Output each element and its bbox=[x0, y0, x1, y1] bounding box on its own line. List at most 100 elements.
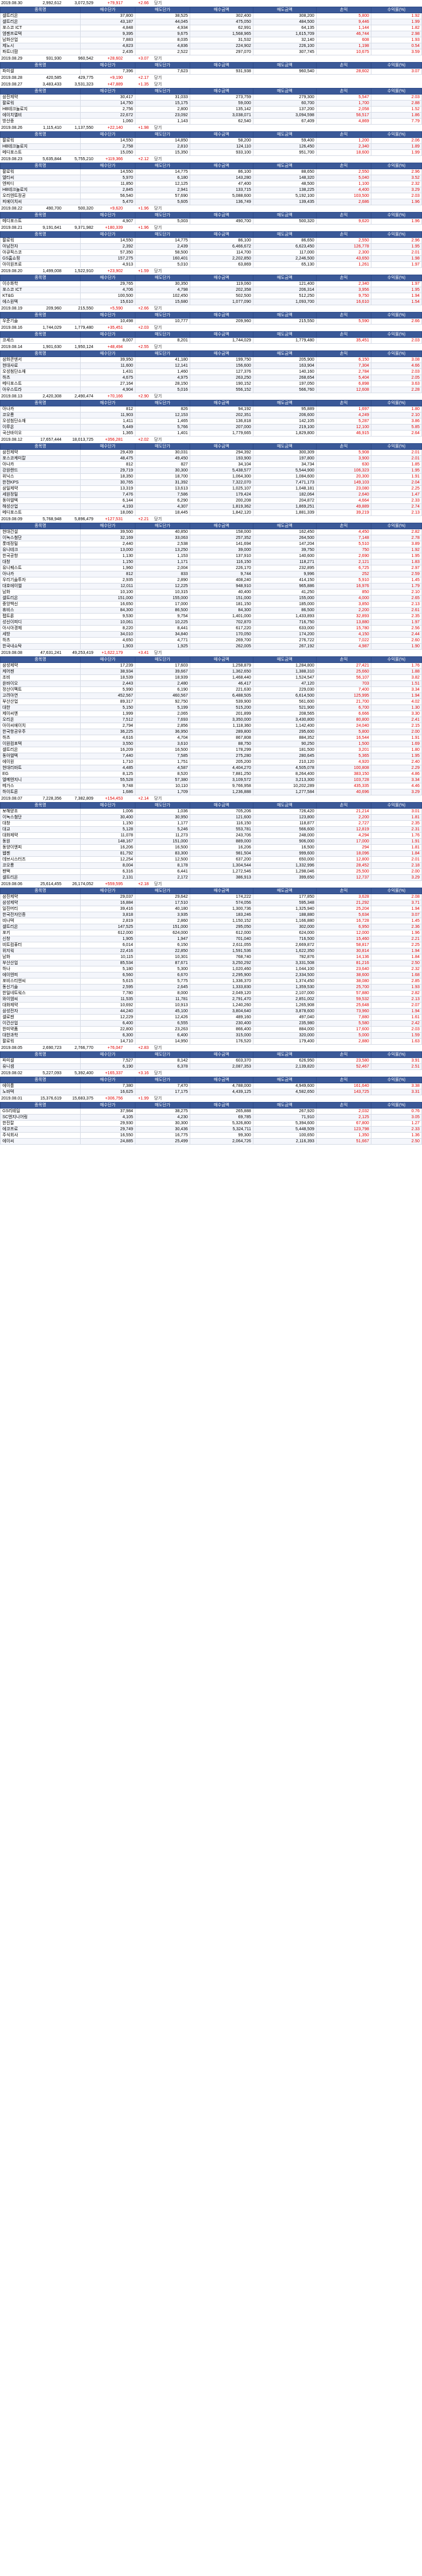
table-row[interactable]: 파미셀 7,527 8,142 603,370 626,950 23,580 3.91 bbox=[0, 1057, 422, 1064]
table-row[interactable]: 데브시스터즈 12,254 12,500 637,200 650,000 12,800 2.… bbox=[0, 856, 422, 863]
table-row[interactable]: 코오롱 8,004 8,178 1,304,544 1,332,996 28,452 2.1… bbox=[0, 862, 422, 869]
table-row[interactable]: 아큐픽스코 57,350 58,500 114,700 117,000 2,300 2.01 bbox=[0, 249, 422, 256]
table-row[interactable]: 셀트리온 37,800 38,525 302,400 308,200 5,800 1.92 bbox=[0, 13, 422, 19]
table-row[interactable]: 에이롬 7,380 7,470 4,788,000 4,949,600 161,640 3.… bbox=[0, 1083, 422, 1089]
table-row[interactable]: 대한과학 6,300 6,400 315,000 320,000 5,000 1.59 bbox=[0, 1032, 422, 1039]
table-row[interactable]: 파미셀 7,396 7,623 931,938 960,540 28,602 3.07 bbox=[0, 68, 422, 75]
table-row[interactable]: 에이원 1,710 1,751 205,200 210,120 4,920 2.40 bbox=[0, 759, 422, 765]
table-row[interactable]: GS홈쇼핑 157,275 160,401 2,202,850 2,246,500 43,… bbox=[0, 255, 422, 262]
table-row[interactable]: 케어젠 38,934 39,667 1,362,650 1,388,310 25,660 1… bbox=[0, 668, 422, 675]
table-row[interactable]: 한일네트웍스 7,780 8,000 2,049,120 2,107,000 57,880… bbox=[0, 990, 422, 997]
table-row[interactable]: 아이원프로 4,913 5,010 63,869 65,130 1,261 1.97 bbox=[0, 261, 422, 268]
table-row[interactable]: 대화제약 11,078 11,273 243,706 248,000 4,294 1.76 bbox=[0, 832, 422, 839]
table-row[interactable]: 윤바이오 2,443 2,480 46,417 47,120 703 1.51 bbox=[0, 680, 422, 687]
table-row[interactable]: 이녹스첨단 30,400 30,950 121,600 123,800 2,200 1.81 bbox=[0, 814, 422, 821]
table-row[interactable]: 하츠 4,675 4,975 263,250 268,654 5,404 2.05 bbox=[0, 375, 422, 381]
table-row[interactable]: 삼성제약 16,884 17,510 574,056 595,348 21,292 3.71 bbox=[0, 900, 422, 906]
table-row[interactable]: 일진머티 39,416 40,180 1,300,736 1,325,940 25,204… bbox=[0, 906, 422, 912]
table-row[interactable]: 아나카 812 826 94,192 95,889 1,697 1.80 bbox=[0, 406, 422, 412]
table-row[interactable]: 엘메엔지니 55,528 57,380 3,109,572 3,213,300 103,7… bbox=[0, 777, 422, 783]
table-row[interactable]: 한전KPS 30,765 31,392 7,322,070 7,471,173 149,1… bbox=[0, 479, 422, 486]
table-row[interactable]: 부산산업 89,317 92,750 539,900 561,600 21,700 4.02 bbox=[0, 698, 422, 705]
table-row[interactable]: 오리온 7,512 7,693 3,350,000 3,430,800 80,800 2.4… bbox=[0, 717, 422, 723]
table-row[interactable]: 대교 5,128 5,246 553,781 566,600 12,819 2.31 bbox=[0, 826, 422, 833]
table-row[interactable]: 팔로워 14,550 14,775 86,100 86,650 2,550 2.96 bbox=[0, 237, 422, 244]
table-row[interactable]: 제이씨엔 1,999 2,065 201,899 208,565 6,666 3.30 bbox=[0, 711, 422, 717]
table-row[interactable]: 펩트론 9,530 9,754 1,401,000 1,433,893 32,893 2.3… bbox=[0, 613, 422, 620]
table-row[interactable]: 한국항공우주 36,225 36,950 289,800 295,600 5,800 2.0… bbox=[0, 729, 422, 735]
table-row[interactable]: 아남전자 2,392 2,439 6,466,672 6,623,450 126,778 1… bbox=[0, 243, 422, 250]
table-row[interactable]: 엔피디 11,850 12,125 47,400 48,500 1,100 2.32 bbox=[0, 181, 422, 187]
table-row[interactable]: 한국전자인증 3,818 3,935 183,246 188,880 5,634 3.07 bbox=[0, 912, 422, 918]
table-row[interactable]: 포스코 ICT 4,706 4,798 202,358 206,314 3,956 1.95 bbox=[0, 287, 422, 293]
table-row[interactable]: 남화산업 7,883 8,035 31,532 32,140 608 1.93 bbox=[0, 37, 422, 43]
table-row[interactable]: 하이트론 1,686 1,709 1,236,888 1,277,584 40,696 3.… bbox=[0, 789, 422, 795]
table-row[interactable]: 셀로젠 12,229 12,426 489,160 497,040 7,880 1.61 bbox=[0, 1014, 422, 1021]
table-row[interactable]: 파트너팜 2,435 2,522 297,070 307,745 10,675 3.59 bbox=[0, 49, 422, 55]
table-row[interactable]: 삼진제약 29,037 29,642 174,222 177,850 3,628 2.08 bbox=[0, 894, 422, 900]
table-row[interactable]: 동양이엔피 16,206 16,500 16,206 16,500 294 1.81 bbox=[0, 844, 422, 851]
table-row[interactable]: 셀트리온 147,525 151,000 295,050 302,000 6,950 2.3… bbox=[0, 924, 422, 930]
table-row[interactable]: 피에이치씨 5,470 5,605 136,749 139,435 2,686 1.96 bbox=[0, 199, 422, 205]
table-row[interactable]: 부산산업 85,534 87,671 3,250,292 3,331,508 81,216… bbox=[0, 960, 422, 966]
table-row[interactable]: 성신이피디 10,061 10,225 702,870 716,750 13,880 1.9… bbox=[0, 619, 422, 626]
table-row[interactable]: 한국공항 1,130 1,153 137,910 140,600 2,690 1.95 bbox=[0, 553, 422, 559]
table-row[interactable]: 오성첨단소재 1,411 1,465 136,818 142,105 5,287 3.86 bbox=[0, 418, 422, 425]
table-row[interactable]: HB테크놀로지 2,758 2,810 124,110 126,450 2,340 1.89 bbox=[0, 143, 422, 150]
table-row[interactable]: 우리기술투자 2,935 2,890 408,240 414,150 5,910 1.45 bbox=[0, 577, 422, 583]
table-row[interactable]: 에스원텍 15,610 15,680 1,077,090 1,093,700 16,610… bbox=[0, 299, 422, 305]
table-row[interactable]: 오리엔트정공 56,540 57,690 5,088,600 5,192,100 103,… bbox=[0, 193, 422, 199]
table-row[interactable]: 와이엠씨 11,535 11,781 2,791,470 2,851,002 59,532… bbox=[0, 996, 422, 1003]
table-row[interactable]: 세방 34,010 34,840 170,050 174,200 4,150 2.44 bbox=[0, 631, 422, 638]
table-row[interactable]: EG 8,125 8,520 7,881,250 8,264,400 383,150 4.8… bbox=[0, 771, 422, 777]
table-row[interactable]: 정산이펙트 5,990 6,190 221,630 229,030 7,400 3.34 bbox=[0, 686, 422, 693]
table-row[interactable]: 유니셈 6,190 6,378 2,087,353 2,139,820 52,467 2.5… bbox=[0, 1063, 422, 1070]
table-row[interactable]: 한진칼 29,930 30,300 5,326,800 5,394,600 67,800 1… bbox=[0, 1120, 422, 1127]
table-row[interactable]: 고려아연 452,567 460,567 6,488,505 6,614,500 125,… bbox=[0, 692, 422, 699]
table-row[interactable]: 오성첨단소재 1,431 1,460 127,376 140,160 2,784 2.03 bbox=[0, 369, 422, 375]
table-row[interactable]: 삼성전자 44,240 45,100 3,804,640 3,878,600 73,960… bbox=[0, 1008, 422, 1015]
table-row[interactable]: 유니테크 13,000 13,250 39,000 39,750 750 1.92 bbox=[0, 547, 422, 553]
table-row[interactable]: 대호에이엘 12,011 12,225 948,910 965,886 16,976 1.7… bbox=[0, 583, 422, 590]
table-row[interactable]: 위닉스 18,350 18,700 1,064,300 1,084,600 20,300 1… bbox=[0, 473, 422, 480]
table-row[interactable]: 신창 1,905 1,947 701,040 716,500 15,460 2.21 bbox=[0, 936, 422, 942]
table-row[interactable]: 코세스 8,007 8,201 1,744,029 1,779,480 35,451 2.0… bbox=[0, 337, 422, 344]
table-row[interactable]: 셀트리온 2,131 2,172 386,913 399,650 12,737 3.29 bbox=[0, 874, 422, 881]
table-row[interactable]: 아나카 812 833 9,744 9,996 252 2.59 bbox=[0, 571, 422, 577]
table-row[interactable]: 해성산업 4,193 4,307 1,819,362 1,869,251 49,889 2.… bbox=[0, 503, 422, 510]
table-row[interactable]: 동신기술 2,595 2,645 1,333,830 1,359,530 25,700 1.… bbox=[0, 984, 422, 991]
table-row[interactable]: 팔로워 14,710 14,950 176,520 179,400 2,880 1.63 bbox=[0, 1038, 422, 1045]
table-row[interactable]: 메디포스트 18,060 18,445 1,842,120 1,881,339 39,21… bbox=[0, 509, 422, 516]
table-row[interactable]: 현대리바트 4,485 4,587 4,404,270 4,505,078 100,808… bbox=[0, 765, 422, 771]
table-row[interactable]: 팔로워 14,550 14,850 58,200 59,400 1,200 2.06 bbox=[0, 137, 422, 144]
table-row[interactable]: KT&G 100,500 102,450 502,500 512,250 9,750 1.9… bbox=[0, 293, 422, 299]
table-row[interactable]: 우준기술 10,498 10,777 209,960 215,550 5,590 2.66 bbox=[0, 318, 422, 325]
table-row[interactable]: 팬택 6,316 6,441 1,272,546 1,298,046 25,500 2.00 bbox=[0, 868, 422, 875]
table-row[interactable]: 아우스트라 4,904 5,016 556,152 566,760 12,608 2.28 bbox=[0, 387, 422, 393]
table-row[interactable]: GS리테일 37,984 38,275 265,888 267,920 2,032 0.76 bbox=[0, 1108, 422, 1115]
table-row[interactable]: 대화제약 10,692 10,913 1,240,260 1,265,908 25,648… bbox=[0, 1002, 422, 1009]
table-row[interactable]: 에이치엘비 22,672 23,092 3,038,071 3,094,598 56,51… bbox=[0, 112, 422, 119]
table-row[interactable]: 이루온 5,449 5,766 207,000 219,100 12,100 5.85 bbox=[0, 424, 422, 431]
table-row[interactable]: 포키 612,000 624,000 612,000 624,000 12,000 1.96 bbox=[0, 930, 422, 936]
table-row[interactable]: 대창 1,150 1,171 116,150 118,271 2,121 1.83 bbox=[0, 559, 422, 565]
table-row[interactable]: 메디포스트 15,050 15,350 933,100 951,700 18,600 1.9… bbox=[0, 149, 422, 156]
table-row[interactable]: 메가스 9,748 10,110 9,766,958 10,202,289 435,335… bbox=[0, 783, 422, 789]
table-row[interactable]: 셀트리온 43,187 44,045 475,050 484,500 9,446 1.99 bbox=[0, 19, 422, 25]
table-row[interactable]: 에코프로 29,749 30,436 5,324,711 5,448,509 123,79… bbox=[0, 1126, 422, 1133]
table-row[interactable]: 롯데정밀 2,440 2,538 141,694 147,204 5,510 3.89 bbox=[0, 541, 422, 547]
table-row[interactable]: 주식회사 16,550 16,775 99,300 100,650 1,350 1.36 bbox=[0, 1132, 422, 1139]
table-row[interactable]: HB테크놀로지 2,845 2,941 133,715 138,225 4,400 3.29 bbox=[0, 187, 422, 193]
table-row[interactable]: 남화 10,100 10,315 40,400 41,250 850 2.10 bbox=[0, 589, 422, 596]
table-row[interactable]: 이건산업 6,400 6,555 230,400 235,980 5,580 2.42 bbox=[0, 1020, 422, 1027]
table-row[interactable]: 현대사료 11,600 12,141 156,600 163,904 7,304 4.66 bbox=[0, 362, 422, 369]
table-row[interactable]: 하츠 4,650 4,771 269,700 276,722 7,022 2.60 bbox=[0, 637, 422, 644]
table-row[interactable]: 동아엘텍 6,144 6,290 200,208 204,872 4,664 2.33 bbox=[0, 497, 422, 504]
table-row[interactable]: 제노시 4,823 4,836 224,902 226,100 1,198 0.54 bbox=[0, 43, 422, 49]
table-row[interactable]: 중앙백신 16,650 17,000 181,150 185,000 3,850 2.13 bbox=[0, 601, 422, 608]
table-row[interactable]: 유니퀘스트 1,960 2,004 226,170 232,895 6,725 2.97 bbox=[0, 565, 422, 571]
table-row[interactable]: 남화 10,115 10,301 768,740 782,876 14,136 1.84 bbox=[0, 954, 422, 960]
table-row[interactable]: 메디포스트 27,164 28,150 190,152 197,050 6,898 3.63 bbox=[0, 381, 422, 387]
table-row[interactable]: 코오롱 11,903 12,153 202,351 206,600 4,249 2.10 bbox=[0, 412, 422, 418]
table-row[interactable]: 메디포스트 4,907 5,003 490,700 500,320 9,620 1.96 bbox=[0, 218, 422, 225]
